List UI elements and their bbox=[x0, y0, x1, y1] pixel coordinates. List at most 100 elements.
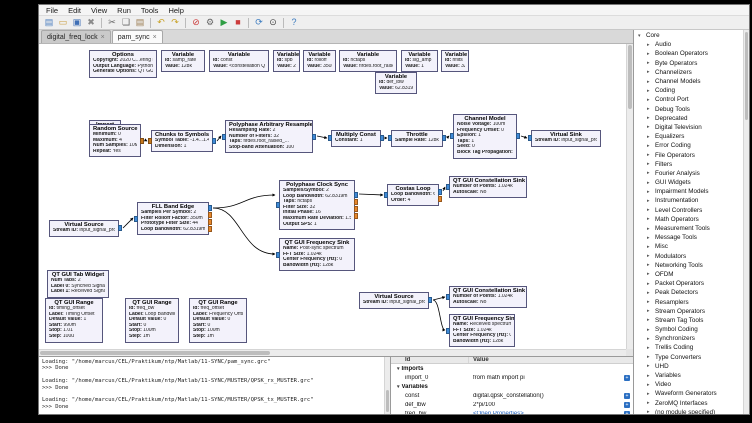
chevron-right-icon[interactable]: ▸ bbox=[647, 216, 652, 222]
stream-port[interactable] bbox=[312, 134, 316, 140]
redo-icon[interactable]: ↷ bbox=[168, 16, 182, 29]
stream-port[interactable] bbox=[446, 328, 450, 334]
stream-port[interactable] bbox=[438, 196, 442, 202]
stream-port[interactable] bbox=[148, 138, 152, 144]
chevron-down-icon[interactable]: ▾ bbox=[397, 384, 400, 390]
menu-item-view[interactable]: View bbox=[86, 6, 112, 15]
block-virtual_source_1[interactable]: Virtual SourceStream ID: input_signal_pr… bbox=[49, 220, 119, 237]
library-category-modulators[interactable]: ▸Modulators bbox=[634, 252, 743, 261]
stream-port[interactable] bbox=[328, 135, 332, 141]
chevron-right-icon[interactable]: ▸ bbox=[647, 400, 652, 406]
stream-port[interactable] bbox=[438, 189, 442, 195]
connection[interactable] bbox=[213, 195, 275, 208]
kill-flowgraph-icon[interactable]: ■ bbox=[231, 16, 245, 29]
variable-row-const[interactable]: constdigital.qpsk_constellation()+ bbox=[391, 391, 633, 400]
chevron-right-icon[interactable]: ▸ bbox=[647, 152, 652, 158]
stream-port[interactable] bbox=[528, 135, 532, 141]
library-category-measurement-tools[interactable]: ▸Measurement Tools bbox=[634, 224, 743, 233]
chevron-right-icon[interactable]: ▸ bbox=[647, 244, 652, 250]
connection[interactable] bbox=[433, 300, 445, 330]
variable-row-imports[interactable]: ▾Imports bbox=[391, 364, 633, 373]
block-var_samp_rate[interactable]: VariableId: samp_rateValue: 128k bbox=[161, 50, 205, 72]
chevron-right-icon[interactable]: ▸ bbox=[647, 354, 652, 360]
stream-port[interactable] bbox=[354, 206, 358, 212]
paste-icon[interactable]: ▤ bbox=[133, 16, 147, 29]
stream-port[interactable] bbox=[428, 297, 432, 303]
save-flowgraph-icon[interactable]: ▣ bbox=[70, 16, 84, 29]
find-block-icon[interactable]: ⊙ bbox=[266, 16, 280, 29]
row-action-icon[interactable]: + bbox=[624, 411, 630, 415]
block-chunks_to_symbols[interactable]: Chunks to SymbolsSymbol Table: -1.4...1.… bbox=[151, 130, 213, 152]
library-category-stream-operators[interactable]: ▸Stream Operators bbox=[634, 307, 743, 316]
variable-row-import-0[interactable]: import_0from math import pi+ bbox=[391, 373, 633, 382]
chevron-right-icon[interactable]: ▸ bbox=[647, 60, 652, 66]
library-category-misc[interactable]: ▸Misc bbox=[634, 242, 743, 251]
variable-row-def-lbw[interactable]: def_lbw2*pi/100+ bbox=[391, 400, 633, 409]
stream-port[interactable] bbox=[380, 135, 384, 141]
stream-port[interactable] bbox=[212, 138, 216, 144]
library-category-channelizers[interactable]: ▸Channelizers bbox=[634, 68, 743, 77]
chevron-right-icon[interactable]: ▸ bbox=[647, 262, 652, 268]
library-category-resamplers[interactable]: ▸Resamplers bbox=[634, 297, 743, 306]
library-category-core[interactable]: ▾Core bbox=[634, 31, 743, 40]
library-category-message-tools[interactable]: ▸Message Tools bbox=[634, 233, 743, 242]
chevron-right-icon[interactable]: ▸ bbox=[647, 51, 652, 57]
chevron-down-icon[interactable]: ▾ bbox=[397, 366, 400, 372]
stream-port[interactable] bbox=[134, 216, 138, 222]
block-tab_widget[interactable]: QT GUI Tab WidgetNum Tabs: 2Label 0: Syn… bbox=[47, 270, 109, 298]
library-category-waveform-generators[interactable]: ▸Waveform Generators bbox=[634, 389, 743, 398]
block-freq_sink_bottom[interactable]: QT GUI Frequency SinkName: Received spec… bbox=[449, 314, 515, 347]
help-icon[interactable]: ? bbox=[287, 16, 301, 29]
generate-flowgraph-icon[interactable]: ⚙ bbox=[203, 16, 217, 29]
menu-item-run[interactable]: Run bbox=[112, 6, 136, 15]
close-tab-icon[interactable]: × bbox=[153, 34, 157, 41]
close-tab-icon[interactable]: × bbox=[101, 34, 105, 41]
row-action-icon[interactable]: + bbox=[624, 393, 630, 399]
open-flowgraph-icon[interactable]: ▭ bbox=[56, 16, 70, 29]
block-const_sink_bottom[interactable]: QT GUI Constellation SinkNumber of Point… bbox=[449, 286, 527, 308]
library-category-deprecated[interactable]: ▸Deprecated bbox=[634, 114, 743, 123]
library-category-trellis-coding[interactable]: ▸Trellis Coding bbox=[634, 343, 743, 352]
connection[interactable] bbox=[213, 208, 275, 254]
variable-row-freq-bw[interactable]: freq_bw<Open Properties>+ bbox=[391, 409, 633, 414]
block-range_freq_bw[interactable]: QT GUI RangeId: freq_bwLabel: Loop Bandw… bbox=[125, 298, 179, 343]
row-action-icon[interactable]: + bbox=[624, 375, 630, 381]
block-var_nctaps[interactable]: VariableId: nctapsValue: firdes.root_rai… bbox=[339, 50, 397, 72]
chevron-right-icon[interactable]: ▸ bbox=[647, 271, 652, 277]
scrollbar-thumb[interactable] bbox=[386, 390, 389, 412]
stream-port[interactable] bbox=[208, 205, 212, 211]
stream-port[interactable] bbox=[516, 133, 520, 139]
chevron-right-icon[interactable]: ▸ bbox=[647, 327, 652, 333]
stream-port[interactable] bbox=[276, 252, 280, 258]
stream-port[interactable] bbox=[354, 213, 358, 219]
chevron-right-icon[interactable]: ▸ bbox=[647, 88, 652, 94]
canvas-horizontal-scrollbar[interactable] bbox=[39, 349, 626, 356]
chevron-right-icon[interactable]: ▸ bbox=[647, 336, 652, 342]
chevron-right-icon[interactable]: ▸ bbox=[647, 345, 652, 351]
library-category-no-module-specified[interactable]: ▸(no module specified) bbox=[634, 408, 743, 414]
chevron-right-icon[interactable]: ▸ bbox=[647, 235, 652, 241]
stream-port[interactable] bbox=[118, 225, 122, 231]
chevron-right-icon[interactable]: ▸ bbox=[647, 115, 652, 121]
block-const_sink_top[interactable]: QT GUI Constellation SinkNumber of Point… bbox=[449, 176, 527, 198]
new-flowgraph-icon[interactable]: ▤ bbox=[42, 16, 56, 29]
block-var_def_lbw[interactable]: VariableId: def_lbwValue: 62.8319m bbox=[375, 72, 417, 94]
connection[interactable] bbox=[317, 136, 327, 138]
row-action-icon[interactable]: + bbox=[624, 402, 630, 408]
library-category-packet-operators[interactable]: ▸Packet Operators bbox=[634, 279, 743, 288]
library-category-file-operators[interactable]: ▸File Operators bbox=[634, 150, 743, 159]
block-range_timing[interactable]: QT GUI RangeId: timing_offsetLabel: Timi… bbox=[45, 298, 103, 343]
library-category-instrumentation[interactable]: ▸Instrumentation bbox=[634, 196, 743, 205]
console-scrollbar[interactable] bbox=[384, 357, 390, 414]
block-costas_loop[interactable]: Costas LoopLoop Bandwidth: 62.8319mOrder… bbox=[387, 184, 439, 206]
library-category-filters[interactable]: ▸Filters bbox=[634, 160, 743, 169]
menu-item-edit[interactable]: Edit bbox=[63, 6, 86, 15]
chevron-right-icon[interactable]: ▸ bbox=[647, 409, 652, 414]
errors-icon[interactable]: ⊘ bbox=[189, 16, 203, 29]
chevron-right-icon[interactable]: ▸ bbox=[647, 281, 652, 287]
chevron-right-icon[interactable]: ▸ bbox=[647, 42, 652, 48]
chevron-right-icon[interactable]: ▸ bbox=[647, 363, 652, 369]
tab-digital-freq-lock[interactable]: digital_freq_lock× bbox=[41, 30, 111, 43]
chevron-right-icon[interactable]: ▸ bbox=[647, 373, 652, 379]
block-var_rolloff[interactable]: VariableId: rolloffValue: 350m bbox=[303, 50, 336, 72]
